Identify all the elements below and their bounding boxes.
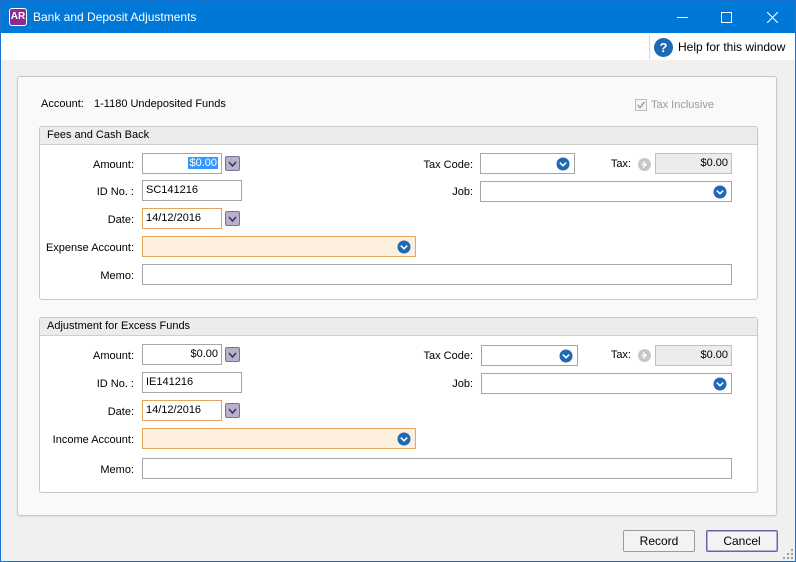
minimize-icon: [676, 16, 688, 18]
fees-expense-account-label: Expense Account:: [45, 242, 134, 254]
chevron-down-circle-icon[interactable]: [397, 432, 411, 446]
close-button[interactable]: [749, 1, 795, 33]
chevron-down-circle-icon[interactable]: [713, 185, 727, 199]
arrow-right-circle-icon: [641, 351, 648, 360]
title-bar: AR Bank and Deposit Adjustments: [1, 1, 795, 33]
fees-date-label: Date:: [107, 214, 134, 226]
group-header: Adjustment for Excess Funds: [40, 318, 757, 336]
excess-id-label: ID No. :: [96, 378, 134, 390]
excess-amount-value: $0.00: [190, 348, 218, 360]
close-icon: [766, 11, 778, 23]
excess-id-input[interactable]: IE141216: [142, 372, 242, 393]
excess-tax-detail-button[interactable]: [638, 349, 651, 362]
fees-tax-code-label: Tax Code:: [423, 159, 473, 171]
bank-deposit-adjustments-window: AR Bank and Deposit Adjustments ? Help f…: [0, 0, 796, 562]
fees-amount-calculator-button[interactable]: [225, 156, 240, 171]
excess-income-account-combo[interactable]: [142, 428, 416, 449]
fees-amount-label: Amount:: [93, 159, 134, 171]
fees-date-picker-button[interactable]: [225, 211, 240, 226]
excess-id-value: IE141216: [146, 376, 194, 388]
ar-app-icon: AR: [9, 8, 27, 26]
excess-amount-input[interactable]: $0.00: [142, 344, 222, 365]
fees-date-input[interactable]: 14/12/2016: [142, 208, 222, 229]
excess-date-picker-button[interactable]: [225, 403, 240, 418]
excess-amount-calculator-button[interactable]: [225, 347, 240, 362]
group-header: Fees and Cash Back: [40, 127, 757, 145]
fees-id-input[interactable]: SC141216: [142, 180, 242, 201]
help-bar: ? Help for this window: [1, 33, 795, 60]
group-title: Adjustment for Excess Funds: [47, 320, 191, 332]
excess-tax-code-label: Tax Code:: [423, 350, 473, 362]
fees-amount-input[interactable]: $0.00: [142, 153, 222, 174]
checkmark-icon: [636, 101, 646, 109]
excess-memo-label: Memo:: [100, 464, 134, 476]
fees-tax-value: $0.00: [700, 157, 728, 169]
fees-tax-label: Tax:: [610, 158, 631, 170]
excess-date-label: Date:: [107, 406, 134, 418]
help-label: Help for this window: [678, 40, 786, 54]
fees-tax-amount-field: $0.00: [655, 153, 732, 174]
excess-amount-label: Amount:: [93, 350, 134, 362]
chevron-down-circle-icon[interactable]: [397, 240, 411, 254]
maximize-icon: [720, 11, 732, 23]
fees-expense-account-combo[interactable]: [142, 236, 416, 257]
maximize-button[interactable]: [703, 1, 749, 33]
help-button[interactable]: ? Help for this window: [649, 35, 785, 59]
account-label: Account:: [41, 98, 84, 110]
excess-memo-input[interactable]: [142, 458, 732, 479]
excess-tax-value: $0.00: [700, 349, 728, 361]
adjustment-for-excess-funds-group: Adjustment for Excess Funds Amount: $0.0…: [39, 317, 758, 493]
chevron-down-icon: [228, 161, 237, 167]
main-panel: Account: 1-1180 Undeposited Funds Tax In…: [17, 76, 777, 516]
resize-grip-icon[interactable]: [783, 549, 794, 560]
excess-date-input[interactable]: 14/12/2016: [142, 400, 222, 421]
chevron-down-circle-icon[interactable]: [713, 377, 727, 391]
excess-tax-label: Tax:: [610, 349, 631, 361]
fees-amount-value: $0.00: [188, 157, 218, 169]
fees-date-value: 14/12/2016: [146, 212, 202, 224]
cancel-button[interactable]: Cancel: [706, 530, 778, 552]
tax-inclusive-checkbox[interactable]: [635, 99, 647, 111]
excess-job-combo[interactable]: [481, 373, 732, 394]
help-circle-icon: ?: [654, 37, 673, 57]
group-title: Fees and Cash Back: [47, 129, 150, 141]
arrow-right-circle-icon: [641, 160, 648, 169]
chevron-down-icon: [228, 352, 237, 358]
fees-id-label: ID No. :: [96, 186, 134, 198]
account-value: 1-1180 Undeposited Funds: [94, 98, 226, 110]
fees-memo-label: Memo:: [100, 270, 134, 282]
fees-id-value: SC141216: [146, 184, 198, 196]
excess-income-account-label: Income Account:: [52, 434, 134, 446]
chevron-down-icon: [228, 408, 237, 414]
excess-date-value: 14/12/2016: [146, 404, 202, 416]
fees-tax-detail-button[interactable]: [638, 158, 651, 171]
chevron-down-icon: [228, 216, 237, 222]
tax-inclusive-label: Tax Inclusive: [651, 99, 714, 111]
fees-job-combo[interactable]: [480, 181, 732, 202]
minimize-button[interactable]: [659, 1, 705, 33]
window-title: Bank and Deposit Adjustments: [33, 10, 197, 24]
fees-tax-code-combo[interactable]: [480, 153, 575, 174]
excess-job-label: Job:: [452, 378, 473, 390]
fees-memo-input[interactable]: [142, 264, 732, 285]
chevron-down-circle-icon[interactable]: [556, 157, 570, 171]
fees-and-cash-back-group: Fees and Cash Back Amount: $0.00 ID No. …: [39, 126, 758, 300]
record-button[interactable]: Record: [623, 530, 695, 552]
chevron-down-circle-icon[interactable]: [559, 349, 573, 363]
excess-tax-code-combo[interactable]: [481, 345, 578, 366]
fees-job-label: Job:: [452, 186, 473, 198]
excess-tax-amount-field: $0.00: [655, 345, 732, 366]
